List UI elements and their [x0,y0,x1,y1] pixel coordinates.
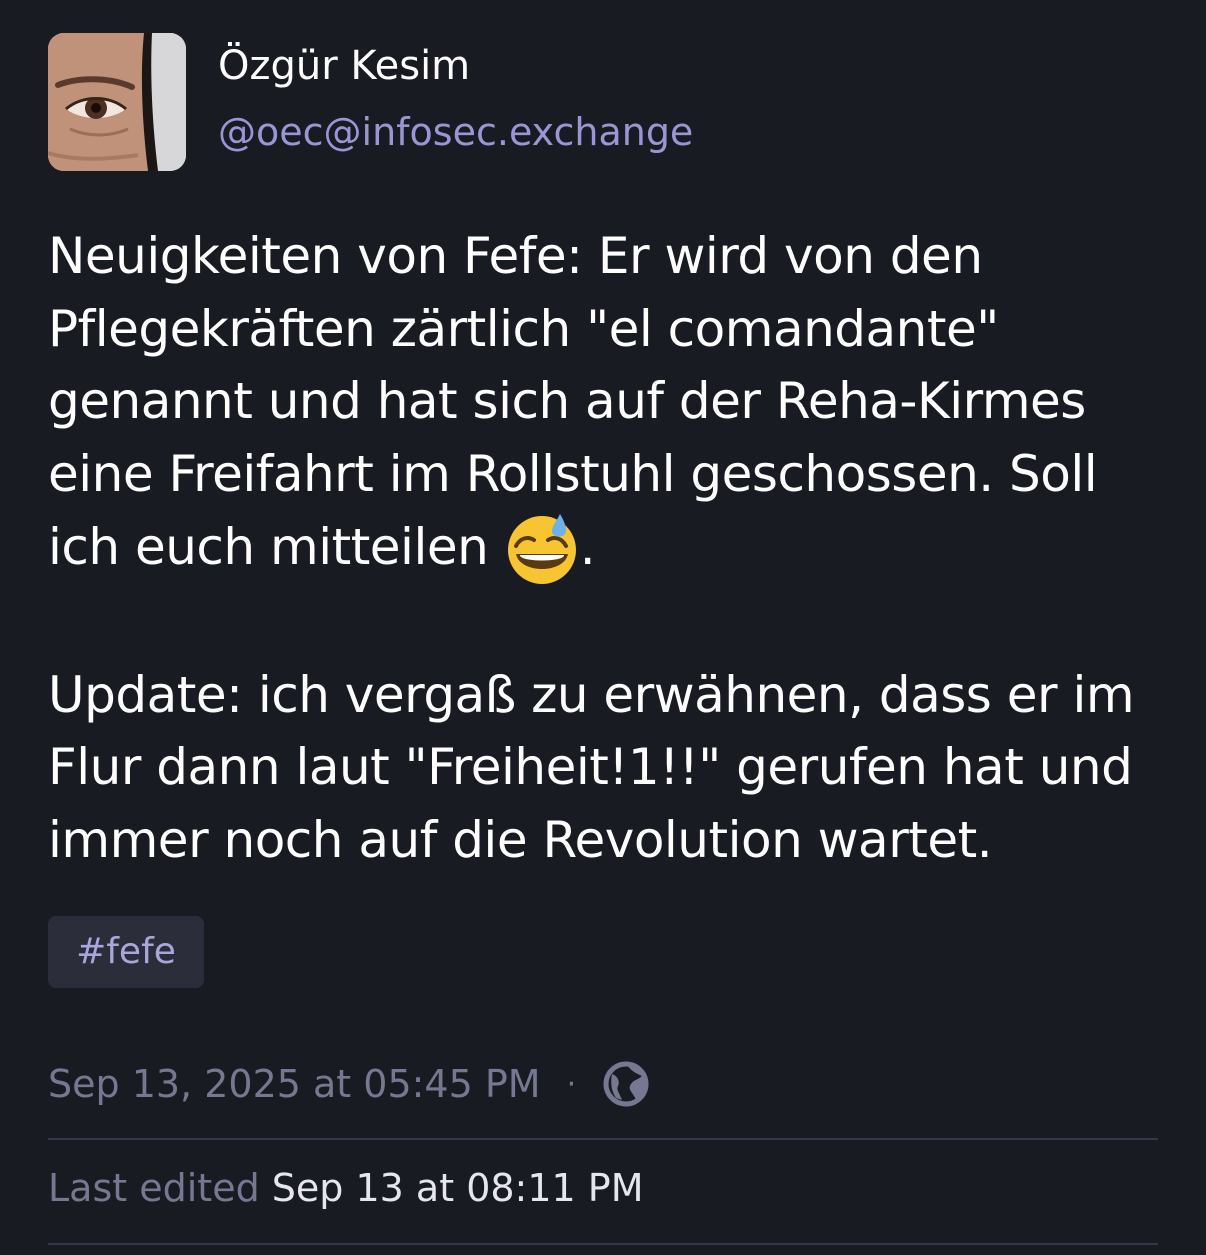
meta-separator: · [566,1066,577,1102]
post-content: Neuigkeiten von Fefe: Er wird von den Pf… [48,220,1168,876]
edited-value: Sep 13 at 08:11 PM [271,1166,644,1210]
post-paragraph-2: Update: ich vergaß zu erwähnen, dass er … [48,665,1135,869]
grinning-face-with-sweat-emoji [507,514,576,584]
divider-bottom [48,1243,1158,1245]
post-paragraph-1: Neuigkeiten von Fefe: Er wird von den Pf… [48,220,1168,586]
post-timestamp[interactable]: Sep 13, 2025 at 05:45 PM [48,1062,541,1106]
author-names: Özgür Kesim @oec@infosec.exchange [218,33,693,157]
globe-icon [603,1061,649,1107]
account-handle[interactable]: @oec@infosec.exchange [218,107,693,157]
avatar[interactable] [48,33,186,171]
edited-label: Last edited [48,1166,260,1210]
edited-info[interactable]: Last edited Sep 13 at 08:11 PM [48,1162,643,1214]
post-paragraph-1-end: . [579,518,596,576]
post-meta: Sep 13, 2025 at 05:45 PM · [48,1058,650,1110]
divider-top [48,1138,1158,1140]
post-header: Özgür Kesim @oec@infosec.exchange [48,33,693,171]
display-name[interactable]: Özgür Kesim [218,41,693,91]
hashtag-fefe[interactable]: #fefe [48,916,204,988]
status-post: Özgür Kesim @oec@infosec.exchange Neuigk… [0,0,1206,1255]
